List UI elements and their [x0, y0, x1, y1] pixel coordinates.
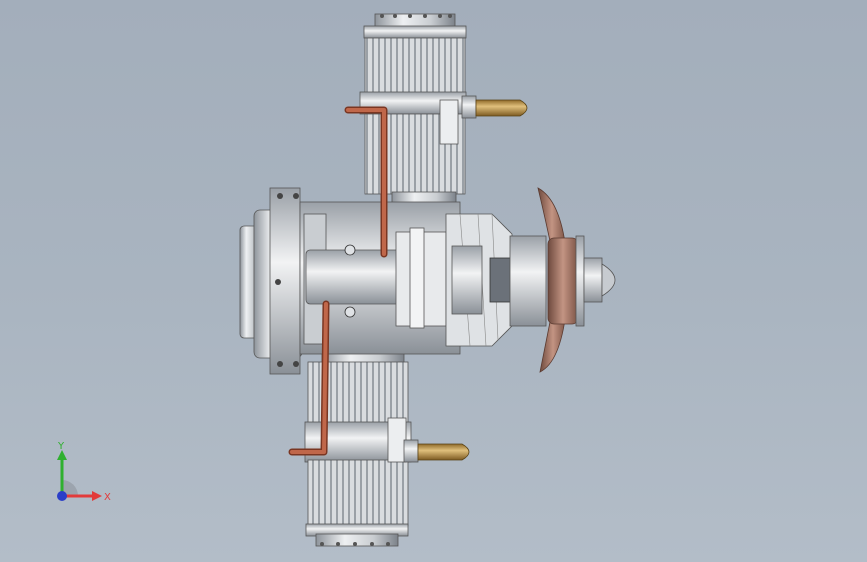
z-axis-dot-icon	[57, 491, 67, 501]
front-housing[interactable]	[445, 213, 547, 347]
x-axis-head-icon	[92, 491, 102, 501]
bottom-cylinder[interactable]	[304, 335, 470, 547]
graphics-viewport[interactable]: Y X	[0, 0, 867, 562]
x-axis-label: X	[104, 492, 111, 503]
reference-triad: Y X	[57, 441, 111, 503]
propeller[interactable]	[537, 187, 616, 373]
engine-model[interactable]	[0, 0, 867, 562]
rear-cover[interactable]	[239, 187, 303, 375]
y-axis-label: Y	[57, 441, 65, 452]
